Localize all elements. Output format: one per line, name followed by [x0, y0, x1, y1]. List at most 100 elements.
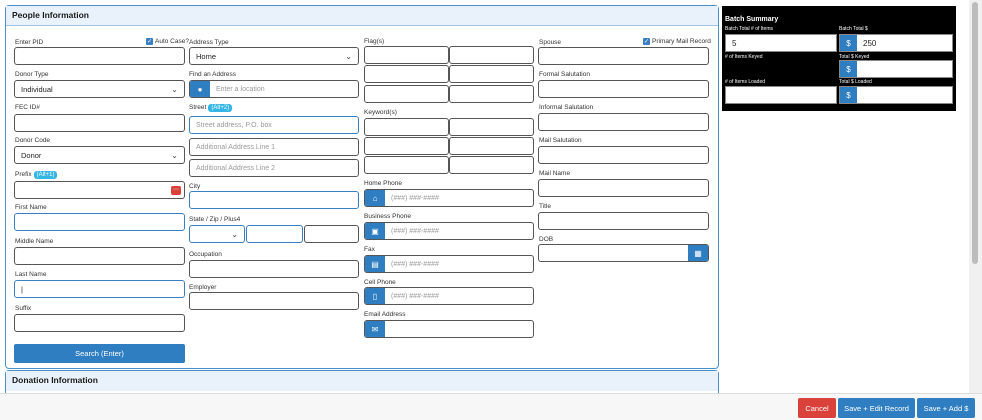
save-edit-record-button[interactable]: Save + Edit Record: [838, 398, 915, 418]
find-address-label: Find an Address: [189, 71, 236, 78]
search-button[interactable]: Search (Enter): [14, 344, 185, 363]
zip-input[interactable]: [246, 225, 303, 243]
email-group[interactable]: ✉: [364, 320, 534, 338]
last-name-input[interactable]: |: [14, 280, 185, 298]
home-icon: ⌂: [365, 190, 385, 206]
dollars-loaded-value: [857, 87, 952, 103]
items-loaded-label: # of Items Loaded: [725, 79, 766, 85]
auto-case-checkbox[interactable]: ✓ Auto Case?: [146, 38, 189, 45]
donor-type-select[interactable]: Individual ⌄: [14, 80, 185, 98]
street-input[interactable]: Street address, P.O. box: [189, 116, 359, 134]
donor-code-value: Donor: [21, 150, 42, 160]
business-phone-group[interactable]: ▣ (###) ###-####: [364, 222, 534, 240]
items-loaded-value: [725, 86, 837, 104]
people-information-header[interactable]: People Information: [6, 6, 718, 26]
spouse-input[interactable]: [538, 47, 709, 65]
employer-input[interactable]: [189, 292, 359, 310]
email-input[interactable]: [385, 321, 533, 337]
spouse-label: Spouse: [539, 39, 562, 46]
state-select[interactable]: ⌄: [189, 225, 245, 243]
state-zip-label: State / Zip / Plus4: [189, 216, 241, 223]
address-line-1-input[interactable]: Additional Address Line 1: [189, 138, 359, 156]
dob-input[interactable]: [539, 245, 688, 261]
enter-pid-label: Enter PID: [15, 39, 44, 46]
first-name-input[interactable]: [14, 213, 185, 231]
keyword-input-3[interactable]: [364, 137, 449, 155]
keyword-input-2[interactable]: [449, 118, 534, 136]
fec-id-label: FEC ID#: [15, 104, 40, 111]
flag-input-5[interactable]: [364, 85, 449, 103]
keyword-input-6[interactable]: [449, 156, 534, 174]
page-scrollbar[interactable]: [969, 0, 982, 420]
dollars-keyed-value: [857, 61, 952, 77]
home-phone-input[interactable]: (###) ###-####: [385, 190, 533, 206]
plus4-input[interactable]: [304, 225, 359, 243]
fax-input[interactable]: (###) ###-####: [385, 256, 533, 272]
dollars-loaded-group: $: [839, 86, 953, 104]
street-label-text: Street: [189, 104, 207, 111]
street-placeholder: Street address, P.O. box: [196, 121, 272, 129]
fax-label: Fax: [364, 246, 375, 253]
suffix-label: Suffix: [15, 305, 32, 312]
flag-input-3[interactable]: [364, 65, 449, 83]
informal-salutation-input[interactable]: [538, 113, 709, 131]
batch-summary-title: Batch Summary: [725, 16, 779, 23]
dob-group[interactable]: ▦: [538, 244, 709, 262]
business-phone-input[interactable]: (###) ###-####: [385, 223, 533, 239]
prefix-label: Prefix (Alt+1): [15, 171, 58, 179]
mobile-phone-icon: ▯: [365, 288, 385, 304]
mail-salutation-input[interactable]: [538, 146, 709, 164]
cell-phone-group[interactable]: ▯ (###) ###-####: [364, 287, 534, 305]
find-address-group[interactable]: ● Enter a location: [189, 80, 359, 98]
address-type-select[interactable]: Home ⌄: [189, 47, 359, 65]
flag-input-4[interactable]: [449, 65, 534, 83]
street-shortcut-badge: (Alt+2): [208, 104, 233, 112]
scrollbar-thumb[interactable]: [972, 2, 978, 264]
find-address-input[interactable]: Enter a location: [210, 81, 358, 97]
enter-pid-input[interactable]: [14, 47, 185, 65]
prefix-input[interactable]: ⋯: [14, 181, 185, 199]
address-line-2-input[interactable]: Additional Address Line 2: [189, 159, 359, 177]
dollars-loaded-label: Total $ Loaded: [839, 79, 872, 85]
flag-input-6[interactable]: [449, 85, 534, 103]
home-phone-group[interactable]: ⌂ (###) ###-####: [364, 189, 534, 207]
chevron-down-icon: ⌄: [171, 150, 178, 160]
donation-information-header[interactable]: Donation Information: [6, 371, 718, 391]
donor-code-label: Donor Code: [15, 137, 51, 144]
fec-id-input[interactable]: [14, 114, 185, 132]
city-input[interactable]: [189, 191, 359, 209]
dollar-icon: $: [840, 35, 857, 51]
business-phone-label: Business Phone: [364, 213, 411, 220]
mail-name-input[interactable]: [538, 179, 709, 197]
middle-name-input[interactable]: [14, 247, 185, 265]
title-input[interactable]: [538, 212, 709, 230]
primary-mail-record-checkbox[interactable]: ✓ Primary Mail Record: [643, 38, 711, 45]
batch-total-items-input[interactable]: 5: [725, 34, 837, 52]
save-add-dollars-button[interactable]: Save + Add $: [917, 398, 975, 418]
keyword-input-4[interactable]: [449, 137, 534, 155]
cell-phone-input[interactable]: (###) ###-####: [385, 288, 533, 304]
flag-input-1[interactable]: [364, 46, 449, 64]
items-keyed-label: # of Items Keyed: [725, 54, 763, 60]
calendar-icon[interactable]: ▦: [688, 245, 708, 261]
formal-salutation-input[interactable]: [538, 80, 709, 98]
batch-total-dollars-group[interactable]: $ 250: [839, 34, 953, 52]
flag-input-2[interactable]: [449, 46, 534, 64]
dob-label: DOB: [539, 236, 554, 243]
batch-total-dollars-input[interactable]: 250: [857, 35, 952, 51]
primary-mail-record-label: Primary Mail Record: [652, 38, 711, 45]
keywords-label: Keyword(s): [364, 109, 397, 116]
fax-group[interactable]: ▤ (###) ###-####: [364, 255, 534, 273]
more-options-icon[interactable]: ⋯: [171, 185, 181, 195]
keyword-input-1[interactable]: [364, 118, 449, 136]
street-label: Street (Alt+2): [189, 104, 233, 112]
suffix-input[interactable]: [14, 314, 185, 332]
flags-label: Flag(s): [364, 38, 385, 45]
keyword-input-5[interactable]: [364, 156, 449, 174]
text-cursor: |: [21, 284, 23, 294]
check-icon: ✓: [146, 38, 153, 45]
email-label: Email Address: [364, 311, 406, 318]
cancel-button[interactable]: Cancel: [798, 398, 836, 418]
donor-code-select[interactable]: Donor ⌄: [14, 146, 185, 164]
occupation-input[interactable]: [189, 260, 359, 278]
